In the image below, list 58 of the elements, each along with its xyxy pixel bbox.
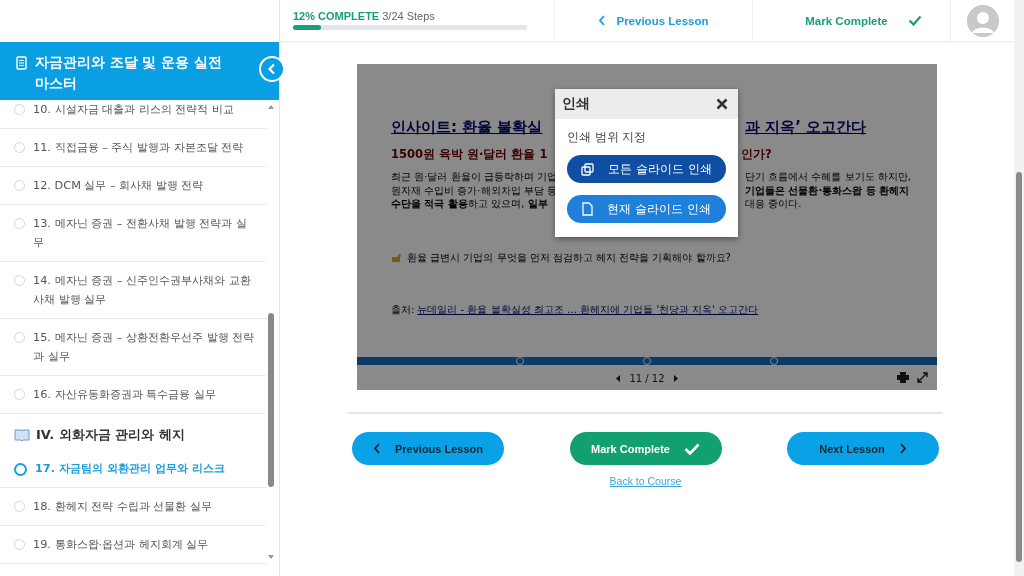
lesson-item[interactable]: 15. 메자닌 증권 – 상환전환우선주 발행 전략과 실무 <box>0 319 267 376</box>
page-icon <box>582 202 594 216</box>
close-button[interactable] <box>716 98 728 110</box>
lesson-item[interactable]: 19. 통화스왑·옵션과 헤지회계 실무 <box>0 526 267 564</box>
fullscreen-icon[interactable] <box>917 372 928 383</box>
lesson-item[interactable]: 17. 자금팀의 외환관리 업무와 리스크 <box>0 450 267 488</box>
mark-complete-link[interactable]: Mark Complete <box>752 0 950 41</box>
collapse-button[interactable] <box>259 56 285 82</box>
slide-paragraph: 단기 흐름에서 수혜를 보기도 하지만, <box>745 170 912 184</box>
slide-paragraph: 최근 원·달러 환율이 급등락하며 기업 <box>391 170 555 184</box>
next-slide-icon[interactable] <box>672 374 678 382</box>
slide-title[interactable]: 과 지옥’ 오고간다 <box>745 116 937 138</box>
print-option-button[interactable]: 모든 슬라이드 인쇄 <box>567 155 726 183</box>
circle-icon <box>14 463 27 476</box>
slide-paragraph: 수단을 적극 활용하고 있으며, 일부 <box>391 197 549 211</box>
slide-subtitle: 1500원 육박 원·달러 환율 1 <box>391 146 549 162</box>
back-to-course-link[interactable]: Back to Course <box>609 475 682 487</box>
slide-subtitle: 인가? <box>741 146 773 162</box>
slide-paragraph: 대응 중이다. <box>745 197 803 211</box>
check-icon <box>907 15 922 26</box>
previous-lesson-button[interactable]: Previous Lesson <box>352 432 504 465</box>
course-title: 자금관리와 조달 및 운용 실전 마스터 <box>35 53 223 93</box>
chevron-left-icon <box>267 63 277 75</box>
scroll-down-icon[interactable] <box>267 554 275 560</box>
previous-slide-icon[interactable] <box>616 374 622 382</box>
slide-question: 환율 급변시 기업의 무엇을 먼저 점검하고 헤지 전략을 기획해야 할까요? <box>407 250 731 265</box>
print-option-button[interactable]: 현재 슬라이드 인쇄 <box>567 195 726 223</box>
chevron-left-icon <box>372 443 381 454</box>
source-label: 출처: <box>391 302 415 317</box>
book-icon <box>14 429 30 441</box>
chevron-right-icon <box>898 443 907 454</box>
scroll-up-icon[interactable] <box>267 104 275 110</box>
check-icon <box>683 442 700 455</box>
lesson-item[interactable]: 13. 메자닌 증권 – 전환사채 발행 전략과 실무 <box>0 205 267 262</box>
lesson-item[interactable]: 18. 환헤지 전략 수립과 선물환 실무 <box>0 488 267 526</box>
copy-icon <box>581 162 595 176</box>
scrollbar-thumb[interactable] <box>268 313 274 487</box>
lesson-item[interactable]: 12. DCM 실무 – 회사채 발행 전략 <box>0 167 267 205</box>
lesson-item[interactable]: 14. 메자닌 증권 – 신주인수권부사채와 교환사채 발행 실무 <box>0 262 267 319</box>
dialog-subtitle: 인쇄 범위 지정 <box>566 129 648 145</box>
lesson-item[interactable]: 11. 직접금융 – 주식 발행과 자본조달 전략 <box>0 129 267 167</box>
slide-counter: 11 / 12 <box>629 372 665 384</box>
lesson-item[interactable]: 10. 시설자금 대출과 리스의 전략적 비교 <box>0 100 267 129</box>
lesson-item[interactable]: 16. 자산유동화증권과 특수금융 실무 <box>0 376 267 414</box>
previous-lesson-link[interactable]: Previous Lesson <box>554 0 752 41</box>
avatar-icon[interactable] <box>967 4 999 37</box>
next-lesson-button[interactable]: Next Lesson <box>787 432 939 465</box>
document-icon <box>16 56 27 70</box>
section-heading: IV. 외화자금 관리와 헤지 <box>36 426 185 444</box>
mark-complete-button[interactable]: Mark Complete <box>569 432 722 465</box>
slide-paragraph: 원자재 수입비 증가·해외차입 부담 등 <box>391 183 555 197</box>
dialog-title: 인쇄 <box>562 95 590 113</box>
chevron-left-icon <box>598 15 607 26</box>
source-link[interactable]: 뉴데일리 - 환율 불확실성 최고조 … 환헤지에 기업들 '천당과 지옥' 오고간다 <box>417 302 759 317</box>
slide-paragraph: 기업들은 선물환·통화스왑 등 환헤지 <box>745 183 911 197</box>
close-icon <box>716 98 728 110</box>
scrollbar-thumb[interactable] <box>1016 172 1022 562</box>
progress-label: 12% COMPLETE 3/24 Steps <box>293 10 436 22</box>
